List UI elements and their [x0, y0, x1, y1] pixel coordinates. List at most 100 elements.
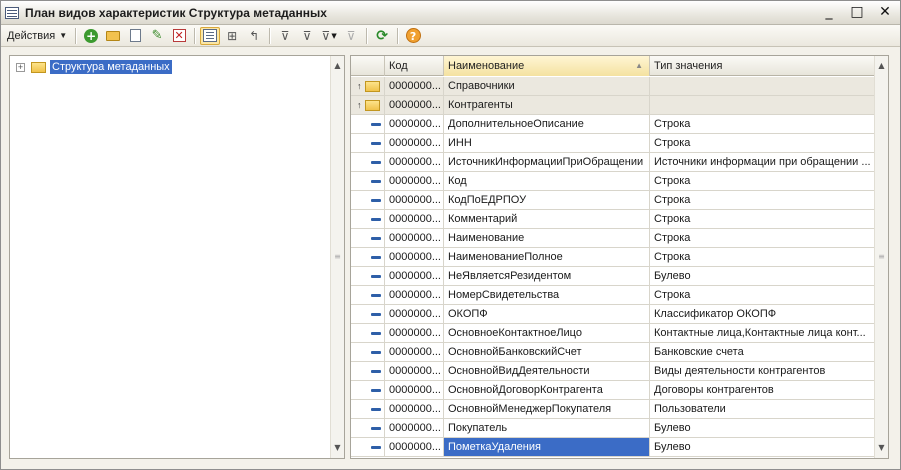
row-icon-cell — [351, 400, 385, 418]
table-row[interactable]: 0000000... НеЯвляетсяРезидентом Булево — [351, 267, 875, 286]
refresh-button[interactable]: ⟳ — [372, 27, 392, 45]
copy-icon — [129, 29, 141, 42]
table-row[interactable]: 0000000... КодПоЕДРПОУ Строка — [351, 191, 875, 210]
toolbar: Действия ▼ + ✎ ✕ ⊞ ↰ ⊽ ⊽ ⊽ ▼ ⊽ ⟳ ? — [1, 25, 900, 47]
row-name: Покупатель — [444, 419, 650, 437]
folder-icon — [364, 80, 380, 92]
toolbar-separator — [397, 27, 399, 44]
attribute-icon — [371, 426, 381, 430]
table-row[interactable]: 0000000... ОсновноеКонтактноеЛицо Контактн… — [351, 324, 875, 343]
level-up-button[interactable]: ↰ — [244, 27, 264, 45]
row-type — [650, 77, 875, 95]
list-mode-icon — [203, 29, 218, 42]
table-row[interactable]: 0000000... Код Строка — [351, 172, 875, 191]
row-name: Наименование — [444, 229, 650, 247]
table-row[interactable]: 0000000... Покупатель Булево — [351, 419, 875, 438]
filter-menu-button[interactable]: ⊽ ▼ — [319, 27, 339, 45]
group-row[interactable]: ↑ 0000000... Контрагенты — [351, 96, 875, 115]
tree-scrollbar[interactable]: ▲ ≡ ▼ — [330, 56, 344, 458]
row-code: 0000000... — [385, 324, 444, 342]
attribute-icon — [371, 160, 381, 164]
column-header-code[interactable]: Код — [385, 56, 444, 76]
actions-label: Действия — [7, 29, 56, 42]
scroll-up-icon[interactable]: ▲ — [875, 58, 888, 74]
toolbar-separator — [75, 27, 77, 44]
scroll-up-icon[interactable]: ▲ — [331, 58, 344, 74]
scroll-grip-icon[interactable]: ≡ — [331, 249, 344, 265]
row-icon-cell: ↑ — [351, 96, 385, 114]
row-code: 0000000... — [385, 305, 444, 323]
folder-icon — [31, 61, 46, 73]
column-header-name-label: Наименование — [448, 60, 525, 72]
row-icon-cell — [351, 134, 385, 152]
delete-button[interactable]: ✕ — [169, 27, 189, 45]
app-window: План видов характеристик Структура метад… — [0, 0, 901, 470]
table-row[interactable]: 0000000... ОсновнойВидДеятельности Виды де… — [351, 362, 875, 381]
minimize-button[interactable]: _ — [822, 4, 836, 20]
scroll-grip-icon[interactable]: ≡ — [875, 249, 888, 265]
row-code: 0000000... — [385, 438, 444, 456]
row-code: 0000000... — [385, 362, 444, 380]
row-code: 0000000... — [385, 286, 444, 304]
row-code: 0000000... — [385, 400, 444, 418]
row-name: Справочники — [444, 77, 650, 95]
row-type: Виды деятельности контрагентов — [650, 362, 875, 380]
attribute-icon — [371, 236, 381, 240]
clear-filter-button[interactable]: ⊽ — [341, 27, 361, 45]
table-row[interactable]: 0000000... ОсновнойБанковскийСчет Банковск… — [351, 343, 875, 362]
row-name: Комментарий — [444, 210, 650, 228]
table-row[interactable]: 0000000... НомерСвидетельства Строка — [351, 286, 875, 305]
table-row[interactable]: 0000000... Наименование Строка — [351, 229, 875, 248]
add-group-button[interactable] — [103, 27, 123, 45]
table-row[interactable]: 0000000... Комментарий Строка — [351, 210, 875, 229]
level-up-icon: ↰ — [249, 28, 260, 43]
row-type: Контактные лица,Контактные лица конт... — [650, 324, 875, 342]
group-up-icon: ↑ — [357, 96, 380, 114]
table-row[interactable]: 0000000... ДополнительноеОписание Строка — [351, 115, 875, 134]
column-header-icon[interactable] — [351, 56, 385, 76]
close-button[interactable]: ✕ — [878, 4, 892, 20]
copy-button[interactable] — [125, 27, 145, 45]
items-table[interactable]: Код Наименование ▲ Тип значения ↑ 0000000… — [350, 55, 889, 459]
table-row[interactable]: 0000000... ПометкаУдаления Булево — [351, 438, 875, 457]
table-row[interactable]: 0000000... ОсновнойМенеджерПокупателя Поль… — [351, 400, 875, 419]
add-button[interactable]: + — [81, 27, 101, 45]
group-up-icon: ↑ — [357, 77, 380, 95]
help-button[interactable]: ? — [403, 27, 423, 45]
row-name: ОсновнойБанковскийСчет — [444, 343, 650, 361]
table-row[interactable]: 0000000... НаименованиеПолное Строка — [351, 248, 875, 267]
scroll-down-icon[interactable]: ▼ — [331, 440, 344, 456]
column-header-type[interactable]: Тип значения — [650, 56, 875, 76]
add-group-icon — [106, 30, 121, 41]
list-mode-button[interactable] — [200, 26, 221, 45]
column-header-name[interactable]: Наименование ▲ — [444, 56, 650, 76]
attribute-icon — [371, 122, 381, 126]
hierarchy-button[interactable]: ⊞ — [222, 27, 242, 45]
groups-tree[interactable]: + Структура метаданных ▲ ≡ ▼ — [9, 55, 345, 459]
row-name: ДополнительноеОписание — [444, 115, 650, 133]
actions-menu-button[interactable]: Действия ▼ — [5, 30, 71, 42]
tree-item[interactable]: + Структура метаданных — [16, 59, 172, 75]
group-row[interactable]: ↑ 0000000... Справочники — [351, 77, 875, 96]
table-scrollbar[interactable]: ▲ ≡ ▼ — [874, 56, 888, 458]
help-icon: ? — [405, 28, 421, 43]
row-code: 0000000... — [385, 96, 444, 114]
table-row[interactable]: 0000000... ИНН Строка — [351, 134, 875, 153]
table-row[interactable]: 0000000... ОКОПФ Классификатор ОКОПФ — [351, 305, 875, 324]
row-type: Строка — [650, 210, 875, 228]
attribute-icon — [371, 369, 381, 373]
chevron-down-icon: ▼ — [59, 31, 68, 40]
table-header: Код Наименование ▲ Тип значения — [351, 56, 875, 76]
table-row[interactable]: 0000000... ИсточникИнформацииПриОбращении… — [351, 153, 875, 172]
expand-icon[interactable]: + — [16, 62, 25, 72]
row-code: 0000000... — [385, 267, 444, 285]
row-code: 0000000... — [385, 191, 444, 209]
row-type: Строка — [650, 134, 875, 152]
row-name: НомерСвидетельства — [444, 286, 650, 304]
table-row[interactable]: 0000000... ОсновнойДоговорКонтрагента Дого… — [351, 381, 875, 400]
filter-button[interactable]: ⊽ — [275, 27, 295, 45]
edit-button[interactable]: ✎ — [147, 27, 167, 45]
scroll-down-icon[interactable]: ▼ — [875, 440, 888, 456]
filter-by-value-button[interactable]: ⊽ — [297, 27, 317, 45]
maximize-button[interactable]: □ — [850, 4, 864, 20]
